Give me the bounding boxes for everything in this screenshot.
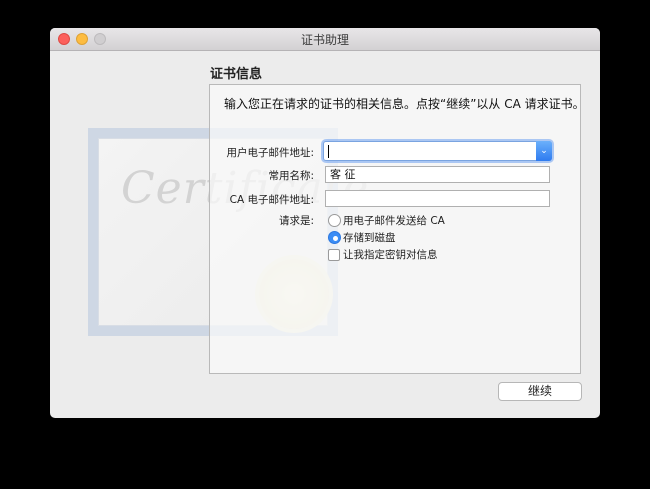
radio-email-to-ca-label[interactable]: 用电子邮件发送给 CA (343, 213, 445, 228)
radio-save-to-disk-label[interactable]: 存储到磁盘 (343, 230, 396, 245)
radio-save-to-disk[interactable] (328, 231, 341, 244)
continue-button[interactable]: 继续 (498, 382, 582, 401)
title-bar: 证书助理 (50, 28, 600, 51)
intro-text: 输入您正在请求的证书的相关信息。点按“继续”以从 CA 请求证书。 (224, 97, 585, 111)
info-panel: 输入您正在请求的证书的相关信息。点按“继续”以从 CA 请求证书。 用户电子邮件… (209, 84, 585, 374)
window-title: 证书助理 (300, 33, 349, 47)
email-label: 用户电子邮件地址: (226, 147, 314, 159)
chevron-down-icon[interactable]: ⌄ (536, 141, 552, 161)
email-combobox[interactable]: ⌄ (323, 141, 552, 161)
specify-key-checkbox[interactable] (328, 249, 340, 261)
section-title: 证书信息 (210, 67, 263, 82)
radio-email-to-ca[interactable] (328, 214, 341, 227)
ca-email-field[interactable] (325, 190, 550, 207)
common-name-label: 常用名称: (268, 170, 314, 182)
specify-key-label[interactable]: 让我指定密钥对信息 (343, 247, 438, 262)
text-caret (328, 145, 329, 158)
common-name-field[interactable]: 客 征 (325, 166, 550, 183)
request-label: 请求是: (278, 215, 314, 227)
ca-email-label: CA 电子邮件地址: (229, 194, 314, 206)
certificate-assistant-window: 证书助理 Certificate 证书信息 输入您正在请求的证书的相关信息。点按… (50, 28, 600, 418)
